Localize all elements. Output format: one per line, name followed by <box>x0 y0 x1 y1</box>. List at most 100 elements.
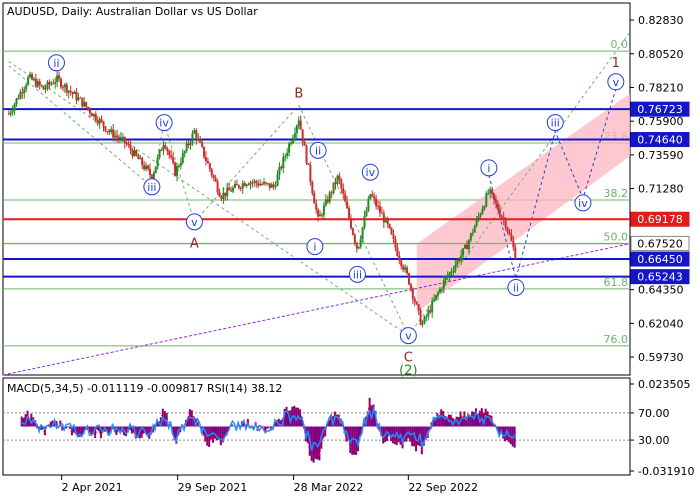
candle-body <box>272 184 275 187</box>
candle-body <box>378 206 381 213</box>
candle-body <box>460 255 463 261</box>
candle-body <box>384 218 387 223</box>
candle-body <box>233 183 236 188</box>
candle-body <box>280 166 283 169</box>
wave-label: iii <box>147 181 156 194</box>
candle-body <box>409 284 412 289</box>
candle-body <box>502 217 505 220</box>
candle-body <box>23 88 26 94</box>
indicator-label: MACD(5,34,5) -0.011119 -0.009817 RSI(14)… <box>7 382 282 395</box>
candle-body <box>438 288 441 293</box>
indicator-y-tick-label: 30.00 <box>638 434 670 447</box>
candle-body <box>452 270 455 272</box>
candle-body <box>187 143 190 146</box>
candle-body <box>353 234 356 243</box>
candle-body <box>218 192 221 197</box>
candle-body <box>431 301 434 313</box>
candle-body <box>400 260 403 267</box>
candle-body <box>58 75 61 80</box>
candle-body <box>46 82 49 89</box>
candle-body <box>421 323 424 325</box>
candle-body <box>247 184 250 186</box>
candle-body <box>34 79 37 87</box>
candle-body <box>493 193 496 200</box>
candle-body <box>404 267 407 270</box>
candle-body <box>137 155 140 160</box>
candle-body <box>293 133 296 138</box>
candle-body <box>243 183 246 186</box>
wave-label: B <box>294 86 303 101</box>
candle-body <box>465 244 468 250</box>
candle-body <box>309 164 312 182</box>
candle-body <box>195 130 198 140</box>
wave-label: iii <box>353 268 362 281</box>
candle-body <box>129 144 132 151</box>
candle-body <box>112 129 115 138</box>
candle-body <box>456 260 459 265</box>
candle-body <box>106 130 109 132</box>
candle-body <box>75 91 78 101</box>
candle-body <box>357 246 360 249</box>
wave-label: (2) <box>399 364 417 379</box>
candle-body <box>311 181 314 194</box>
candle-body <box>65 84 68 93</box>
candle-body <box>52 83 55 85</box>
candle-body <box>485 193 488 207</box>
candle-body <box>286 152 289 156</box>
candle-body <box>199 138 202 143</box>
candle-body <box>21 92 24 94</box>
candle-body <box>288 143 291 153</box>
wave-label: v <box>191 216 198 229</box>
candle-body <box>239 187 242 189</box>
candle-body <box>259 184 262 186</box>
candle-body <box>88 109 91 114</box>
candle-body <box>156 157 159 167</box>
candle-body <box>500 215 503 218</box>
candle-body <box>241 183 244 189</box>
candle-body <box>338 175 341 180</box>
candle-body <box>268 183 271 188</box>
candle-body <box>442 280 445 289</box>
candle-body <box>30 74 33 80</box>
candle-body <box>206 160 209 164</box>
candle-body <box>473 226 476 233</box>
candle-body <box>261 184 264 186</box>
candle-body <box>251 182 254 184</box>
fib-label: 38.2 <box>604 187 629 200</box>
candle-body <box>313 193 316 204</box>
candle-body <box>168 150 171 156</box>
candle-body <box>174 162 177 176</box>
candle-body <box>48 82 51 85</box>
candle-body <box>487 192 490 194</box>
candle-body <box>125 143 128 145</box>
candle-body <box>131 150 134 156</box>
candle-body <box>235 183 238 186</box>
candle-body <box>108 131 111 133</box>
candle-body <box>32 79 35 81</box>
candle-body <box>319 214 322 217</box>
candle-body <box>222 192 225 199</box>
candle-body <box>377 205 380 207</box>
candle-body <box>324 199 327 206</box>
candle-body <box>9 112 12 114</box>
candle-body <box>386 218 389 224</box>
candle-body <box>164 145 167 149</box>
fib-label: 61.8 <box>604 276 629 289</box>
candle-body <box>249 182 252 185</box>
candle-body <box>274 185 277 187</box>
candle-body <box>402 266 405 270</box>
candle-body <box>406 267 409 274</box>
candle-body <box>491 189 494 194</box>
candle-body <box>427 310 430 317</box>
candle-body <box>506 227 509 232</box>
candle-body <box>92 113 95 117</box>
y-tick-label: 0.64350 <box>638 284 684 297</box>
candle-body <box>87 106 90 110</box>
x-tick-label: 28 Mar 2022 <box>294 481 364 494</box>
wave-label: v <box>613 76 620 89</box>
candle-body <box>148 168 151 175</box>
candle-body <box>371 194 374 197</box>
candle-body <box>85 101 88 107</box>
candle-body <box>471 232 474 234</box>
candle-body <box>253 181 256 183</box>
